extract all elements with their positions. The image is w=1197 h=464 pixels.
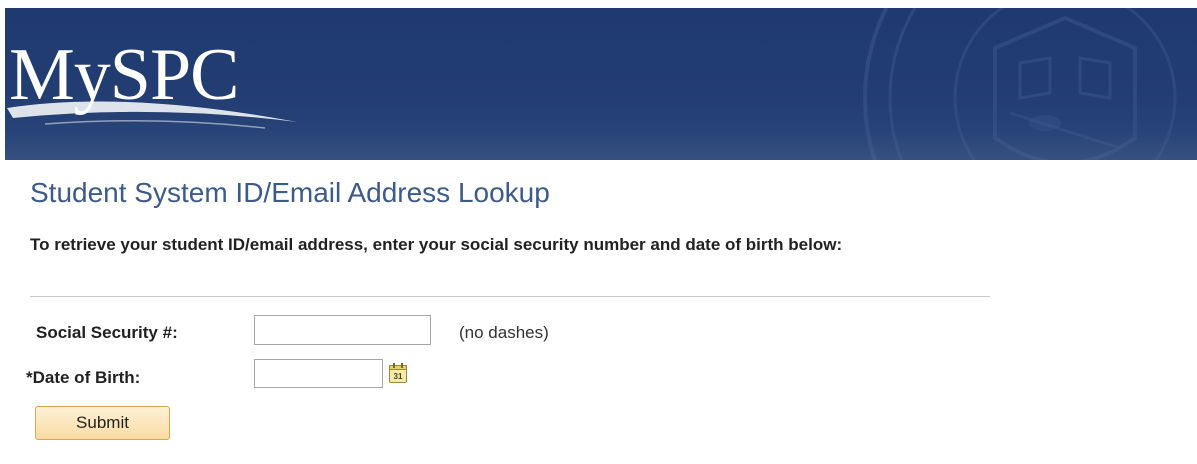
site-banner: MySPC — [5, 8, 1197, 160]
calendar-icon[interactable]: 31 — [388, 362, 408, 384]
ssn-input[interactable] — [254, 315, 431, 345]
page-title: Student System ID/Email Address Lookup — [30, 177, 550, 208]
myspc-logo[interactable]: MySPC — [5, 24, 305, 144]
section-divider — [30, 296, 990, 297]
ssn-hint: (no dashes) — [459, 323, 549, 342]
dob-label: *Date of Birth: — [26, 368, 141, 387]
top-strip — [0, 0, 1197, 8]
instructions-text: To retrieve your student ID/email addres… — [30, 235, 843, 254]
logo-swoosh-icon — [7, 101, 297, 129]
dob-input[interactable] — [254, 359, 383, 388]
calendar-icon-day: 31 — [394, 372, 403, 381]
submit-button[interactable]: Submit — [35, 406, 170, 440]
ssn-label: Social Security #: — [36, 323, 178, 342]
